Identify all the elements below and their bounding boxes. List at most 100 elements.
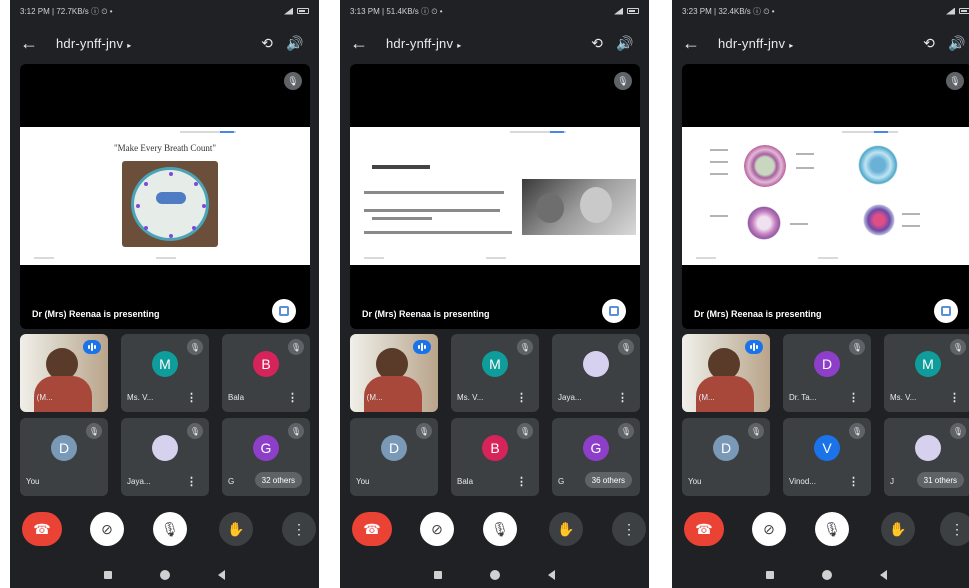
fullscreen-button[interactable] [602, 299, 626, 323]
slide-toolbar [842, 131, 898, 133]
participant-tile[interactable]: 🎙 J Jaya... ⋮ [121, 418, 209, 496]
meeting-code-label: hdr-ynff-jnv [56, 35, 124, 51]
slide-heading [372, 165, 430, 169]
participant-tile[interactable]: 🎙 D You [20, 418, 108, 496]
others-count-badge[interactable]: 32 others [254, 472, 302, 488]
participant-name: You [26, 477, 40, 486]
camera-off-button[interactable]: ⊘ [420, 512, 454, 546]
participant-tile[interactable]: 🎙 M Ms. V... ⋮ [121, 334, 209, 412]
home-icon[interactable] [490, 570, 500, 580]
phone-screen-1: 3:12 PM | 72.7KB/s ⓘ ⏲ • ← hdr-ynff-jnv ▸… [10, 0, 319, 588]
caret-right-icon: ▸ [789, 40, 794, 50]
more-options-icon[interactable]: ⋮ [287, 391, 298, 404]
back-arrow-icon[interactable]: ← [682, 33, 712, 54]
participant-tile[interactable]: 🎙 J Jaya... ⋮ [552, 334, 640, 412]
end-call-button[interactable]: ☎ [352, 512, 392, 546]
nav-back-icon[interactable] [218, 570, 225, 580]
more-options-icon[interactable]: ⋮ [617, 391, 628, 404]
mic-off-icon: 🎙 [284, 72, 302, 90]
more-options-icon[interactable]: ⋮ [516, 475, 527, 488]
phone-screen-3: 3:23 PM | 32.4KB/s ⓘ ⏲ • ← hdr-ynff-jnv ▸… [672, 0, 969, 588]
participant-name: Dr (M... [688, 393, 715, 402]
participant-name: Jaya... [558, 393, 582, 402]
recents-icon[interactable] [104, 571, 112, 579]
home-icon[interactable] [822, 570, 832, 580]
status-bar: 3:23 PM | 32.4KB/s ⓘ ⏲ • [672, 0, 969, 22]
more-options-icon[interactable]: ⋮ [848, 475, 859, 488]
participant-avatar: B [482, 435, 508, 461]
participant-tile[interactable]: 🎙 B Bala ⋮ [222, 334, 310, 412]
participant-name: Dr (M... [356, 393, 383, 402]
others-count-badge[interactable]: 36 others [584, 472, 632, 488]
back-arrow-icon[interactable]: ← [20, 33, 50, 54]
more-options-button[interactable]: ⋮ [282, 512, 316, 546]
participant-tile[interactable]: 🎙 D You [682, 418, 770, 496]
top-app-bar: ← hdr-ynff-jnv ▸ ⟲ 🔊 [672, 26, 969, 60]
participant-tile-self[interactable]: Dr (M... [20, 334, 108, 412]
home-icon[interactable] [160, 570, 170, 580]
switch-camera-icon[interactable]: ⟲ [583, 31, 611, 55]
meeting-code[interactable]: hdr-ynff-jnv ▸ [386, 36, 583, 51]
virus-illustration [862, 203, 896, 237]
more-options-icon[interactable]: ⋮ [186, 475, 197, 488]
switch-camera-icon[interactable]: ⟲ [915, 31, 943, 55]
more-options-button[interactable]: ⋮ [940, 512, 969, 546]
mic-off-button[interactable]: 🎙 [153, 512, 187, 546]
recents-icon[interactable] [434, 571, 442, 579]
participant-tile[interactable]: 🎙 M Ms. V... ⋮ [884, 334, 969, 412]
participant-avatar: J [152, 435, 178, 461]
meeting-code[interactable]: hdr-ynff-jnv ▸ [718, 36, 915, 51]
switch-camera-icon[interactable]: ⟲ [253, 31, 281, 55]
speaker-icon[interactable]: 🔊 [943, 31, 969, 55]
participant-tile[interactable]: 🎙 D You [350, 418, 438, 496]
speaker-icon[interactable]: 🔊 [281, 31, 309, 55]
others-count-badge[interactable]: 31 others [916, 472, 964, 488]
top-app-bar: ← hdr-ynff-jnv ▸ ⟲ 🔊 [10, 26, 319, 60]
meeting-code-label: hdr-ynff-jnv [386, 35, 454, 51]
participant-tile-self[interactable]: Dr (M... [682, 334, 770, 412]
shared-slide: "Make Every Breath Count" [20, 127, 310, 265]
more-options-icon[interactable]: ⋮ [949, 391, 960, 404]
back-arrow-icon[interactable]: ← [350, 33, 380, 54]
end-call-button[interactable]: ☎ [684, 512, 724, 546]
fullscreen-button[interactable] [272, 299, 296, 323]
raise-hand-button[interactable]: ✋ [219, 512, 253, 546]
participant-name: Dr (M... [26, 393, 53, 402]
mic-off-icon: 🎙 [748, 423, 764, 439]
more-options-icon[interactable]: ⋮ [848, 391, 859, 404]
mic-off-button[interactable]: 🎙 [815, 512, 849, 546]
raise-hand-button[interactable]: ✋ [549, 512, 583, 546]
camera-off-button[interactable]: ⊘ [752, 512, 786, 546]
participant-tile-self[interactable]: Dr (M... [350, 334, 438, 412]
end-call-button[interactable]: ☎ [22, 512, 62, 546]
more-options-icon[interactable]: ⋮ [516, 391, 527, 404]
participant-tile[interactable]: 🎙 D Dr. Ta... ⋮ [783, 334, 871, 412]
diagram-label [796, 153, 814, 155]
raise-hand-button[interactable]: ✋ [881, 512, 915, 546]
speaking-indicator-icon [745, 340, 763, 354]
meeting-code[interactable]: hdr-ynff-jnv ▸ [56, 36, 253, 51]
nav-back-icon[interactable] [880, 570, 887, 580]
participant-tile-others[interactable]: 🎙 G G 36 others [552, 418, 640, 496]
more-options-button[interactable]: ⋮ [612, 512, 646, 546]
slide-footer-center [486, 257, 506, 259]
meeting-code-label: hdr-ynff-jnv [718, 35, 786, 51]
virus-illustration [746, 205, 782, 241]
diagram-label [902, 225, 920, 227]
speaker-icon[interactable]: 🔊 [611, 31, 639, 55]
participant-tile[interactable]: 🎙 B Bala ⋮ [451, 418, 539, 496]
more-options-icon[interactable]: ⋮ [186, 391, 197, 404]
nav-back-icon[interactable] [548, 570, 555, 580]
mic-off-icon: 🎙 [618, 339, 634, 355]
camera-off-button[interactable]: ⊘ [90, 512, 124, 546]
mic-off-button[interactable]: 🎙 [483, 512, 517, 546]
fullscreen-button[interactable] [934, 299, 958, 323]
participant-tile[interactable]: 🎙 V Vinod... ⋮ [783, 418, 871, 496]
recents-icon[interactable] [766, 571, 774, 579]
presenting-label: Dr (Mrs) Reenaa is presenting [32, 309, 160, 319]
participant-tile-others[interactable]: 🎙 G G 32 others [222, 418, 310, 496]
participant-tile-others[interactable]: 🎙 J J 31 others [884, 418, 969, 496]
presenting-label: Dr (Mrs) Reenaa is presenting [362, 309, 490, 319]
participant-tile[interactable]: 🎙 M Ms. V... ⋮ [451, 334, 539, 412]
signal-icon [946, 7, 955, 15]
